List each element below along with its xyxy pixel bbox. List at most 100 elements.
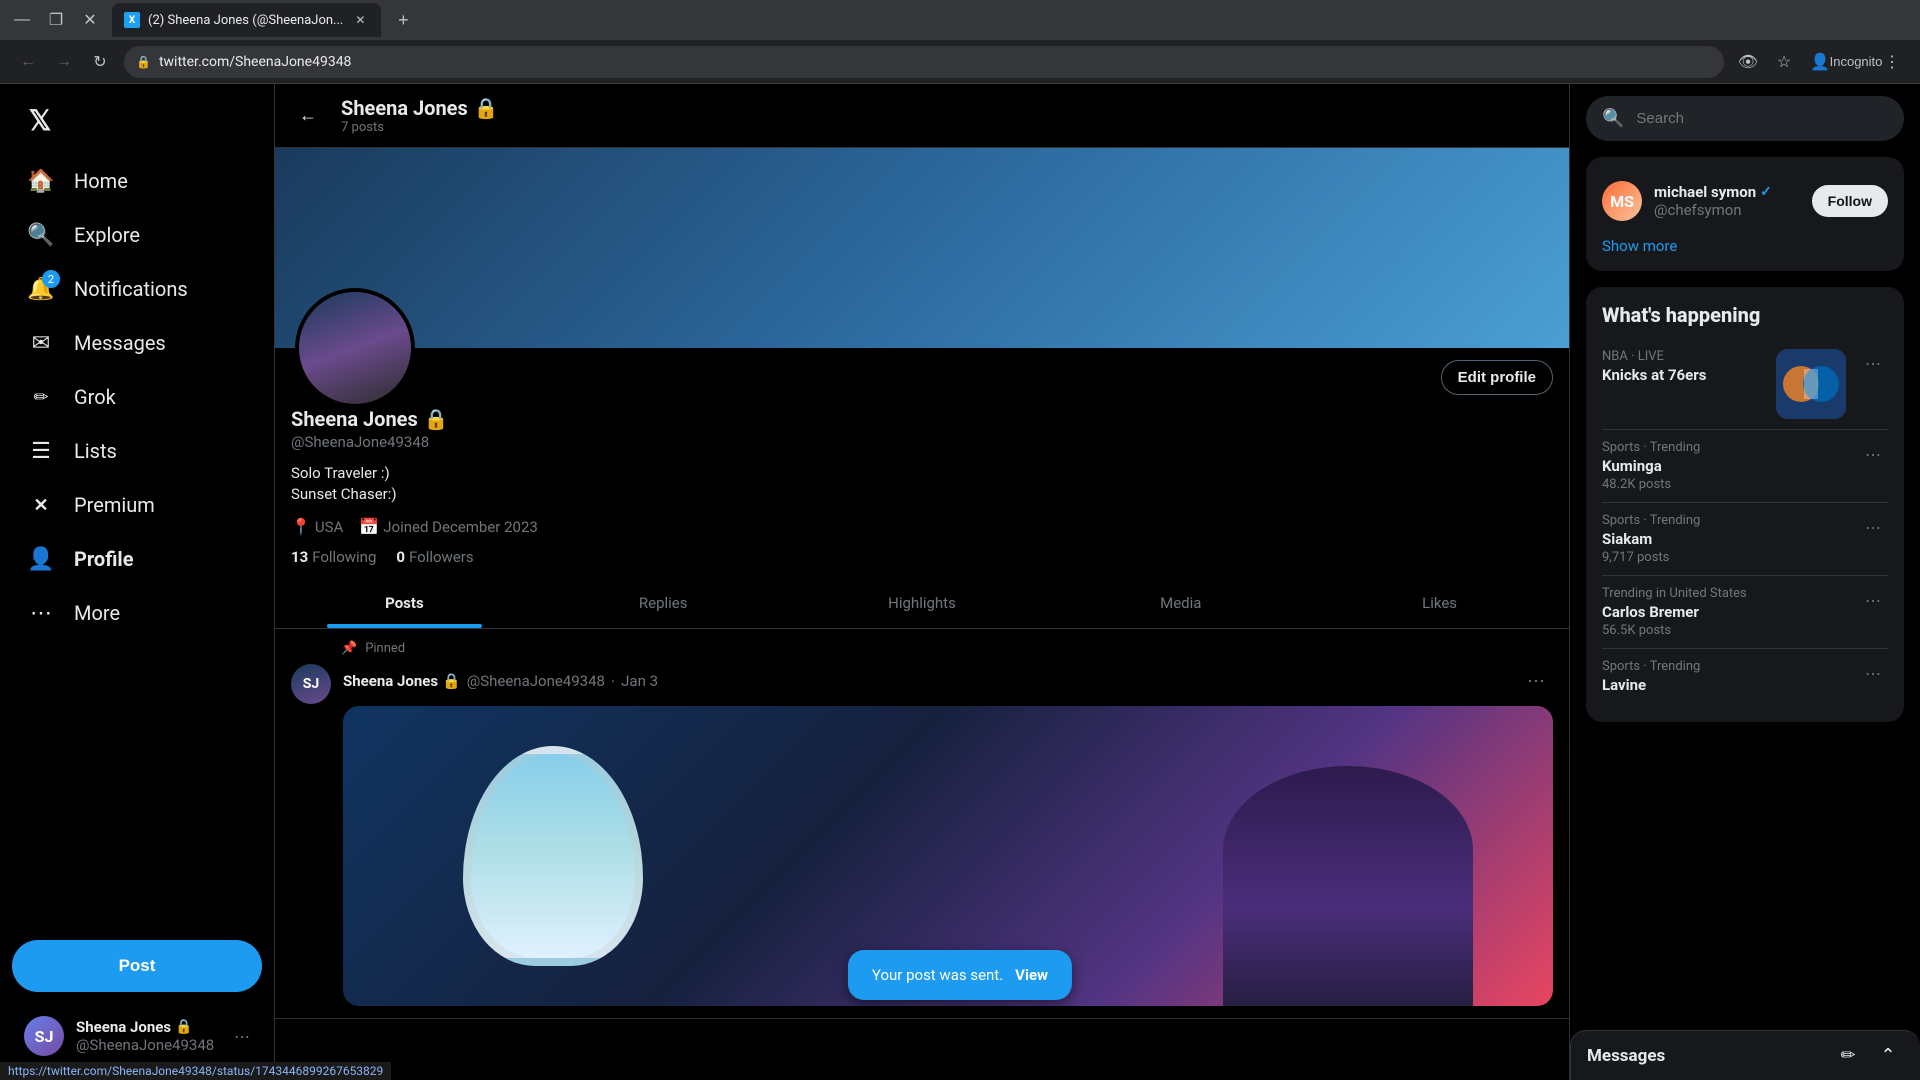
tab-title: (2) Sheena Jones (@SheenaJon...	[148, 13, 343, 28]
trend-category-3: Trending in United States	[1602, 586, 1846, 601]
followers-stat[interactable]: 0 Followers	[396, 548, 473, 566]
sidebar: 𝕏 🏠 Home 🔍 Explore 🔔 Notifications 2 ✉ M…	[0, 84, 275, 1080]
trend-item-3[interactable]: Trending in United States Carlos Bremer …	[1602, 576, 1888, 649]
profile-header-bar: ← Sheena Jones 🔒 7 posts	[275, 84, 1569, 148]
trend-more-btn-2[interactable]: ⋯	[1858, 513, 1888, 543]
trend-more-btn-1[interactable]: ⋯	[1858, 440, 1888, 470]
profile-avatar-wrap	[295, 288, 415, 408]
minimize-btn[interactable]: —	[8, 6, 36, 34]
trend-more-btn-0[interactable]: ⋯	[1858, 349, 1888, 379]
url-bar[interactable]: 🔒 twitter.com/SheenaJone49348	[124, 46, 1724, 78]
forward-nav-btn[interactable]: →	[48, 46, 80, 78]
tab-posts[interactable]: Posts	[275, 578, 534, 628]
sidebar-user-handle: @SheenaJone49348	[76, 1036, 222, 1054]
show-more-link[interactable]: Show more	[1602, 229, 1888, 255]
profile-meta: 📍 USA 📅 Joined December 2023	[291, 517, 1553, 536]
sidebar-item-label-more: More	[74, 601, 120, 625]
trend-name-1: Kuminga	[1602, 457, 1846, 475]
compose-message-btn[interactable]: ✏	[1832, 1040, 1864, 1072]
profile-handle: @SheenaJone49348	[291, 433, 1553, 451]
tab-media[interactable]: Media	[1051, 578, 1310, 628]
ssl-lock-icon: 🔒	[136, 55, 151, 69]
post-button[interactable]: Post	[12, 940, 262, 992]
following-stat[interactable]: 13 Following	[291, 548, 376, 566]
new-tab-btn[interactable]: +	[389, 6, 417, 34]
notification-badge: 2	[42, 270, 60, 288]
sidebar-logo[interactable]: 𝕏	[16, 84, 262, 156]
calendar-icon: 📅	[359, 517, 379, 536]
pin-icon: 📌	[341, 641, 357, 656]
bookmark-btn[interactable]: ☆	[1768, 46, 1800, 78]
sidebar-item-premium[interactable]: ✕ Premium	[12, 480, 262, 530]
x-logo-icon[interactable]: 𝕏	[16, 96, 64, 144]
location-icon: 📍	[291, 517, 311, 536]
search-input[interactable]	[1636, 110, 1888, 127]
airplane-window	[463, 746, 643, 966]
sidebar-item-label-grok: Grok	[74, 385, 116, 409]
sidebar-item-more[interactable]: ⋯ More	[12, 588, 262, 638]
edit-profile-button[interactable]: Edit profile	[1441, 360, 1553, 395]
sidebar-item-grok[interactable]: ✏ Grok	[12, 372, 262, 422]
search-box[interactable]: 🔍	[1586, 96, 1904, 141]
profile-header-lock-icon: 🔒	[474, 96, 499, 120]
trend-category-0: NBA · LIVE	[1602, 349, 1764, 364]
bio-line2: Sunset Chaser:)	[291, 484, 1553, 505]
sidebar-lock-icon: 🔒	[175, 1019, 192, 1035]
tab-replies[interactable]: Replies	[534, 578, 793, 628]
profile-nav-icon: 👤	[28, 546, 54, 572]
tab-highlights[interactable]: Highlights	[793, 578, 1052, 628]
sidebar-item-label-explore: Explore	[74, 223, 140, 247]
close-btn[interactable]: ✕	[76, 6, 104, 34]
sidebar-item-explore[interactable]: 🔍 Explore	[12, 210, 262, 260]
trend-category-4: Sports · Trending	[1602, 659, 1846, 674]
sidebar-item-label-lists: Lists	[74, 439, 117, 463]
browser-tab-active[interactable]: X (2) Sheena Jones (@SheenaJon... ✕	[112, 3, 381, 37]
follow-info: michael symon ✓ @chefsymon	[1654, 183, 1800, 219]
sidebar-nav: 🏠 Home 🔍 Explore 🔔 Notifications 2 ✉ Mes…	[12, 156, 262, 928]
trend-info-2: Sports · Trending Siakam 9,717 posts	[1602, 513, 1846, 565]
profile-header-info: Sheena Jones 🔒 7 posts	[341, 96, 499, 135]
sidebar-user-more-icon: ⋯	[234, 1027, 250, 1046]
sidebar-item-lists[interactable]: ☰ Lists	[12, 426, 262, 476]
trend-item-4[interactable]: Sports · Trending Lavine ⋯	[1602, 649, 1888, 706]
trend-more-btn-4[interactable]: ⋯	[1858, 659, 1888, 689]
url-text: twitter.com/SheenaJone49348	[159, 54, 351, 70]
profile-banner	[275, 148, 1569, 348]
reload-btn[interactable]: ↻	[84, 46, 116, 78]
post-avatar: SJ	[291, 664, 331, 704]
collapse-messages-btn[interactable]: ⌃	[1872, 1040, 1904, 1072]
back-nav-btn[interactable]: ←	[12, 46, 44, 78]
post-dot: ·	[611, 672, 615, 691]
maximize-btn[interactable]: ❐	[42, 6, 70, 34]
followers-count: 0	[396, 548, 405, 566]
trend-item-0[interactable]: NBA · LIVE Knicks at 76ers ⋯	[1602, 339, 1888, 430]
trend-name-4: Lavine	[1602, 676, 1846, 694]
tab-likes[interactable]: Likes	[1310, 578, 1569, 628]
incognito-btn[interactable]: Incognito	[1840, 46, 1872, 78]
trend-more-btn-3[interactable]: ⋯	[1858, 586, 1888, 616]
sidebar-item-label-notifications: Notifications	[74, 277, 188, 301]
back-button[interactable]: ←	[291, 99, 325, 133]
post-more-btn[interactable]: ⋯	[1519, 664, 1553, 698]
sidebar-item-label-messages: Messages	[74, 331, 166, 355]
trend-info-0: NBA · LIVE Knicks at 76ers	[1602, 349, 1764, 386]
sidebar-item-profile[interactable]: 👤 Profile	[12, 534, 262, 584]
toast-view-link[interactable]: View	[1015, 966, 1048, 984]
trend-item-2[interactable]: Sports · Trending Siakam 9,717 posts ⋯	[1602, 503, 1888, 576]
browser-omnibar: ← → ↻ 🔒 twitter.com/SheenaJone49348 👁 ☆ …	[0, 40, 1920, 84]
sidebar-item-label-premium: Premium	[74, 493, 155, 517]
pinned-label: Pinned	[365, 641, 405, 656]
sidebar-user[interactable]: SJ Sheena Jones 🔒 @SheenaJone49348 ⋯	[12, 1004, 262, 1068]
trend-item-1[interactable]: Sports · Trending Kuminga 48.2K posts ⋯	[1602, 430, 1888, 503]
sidebar-item-messages[interactable]: ✉ Messages	[12, 318, 262, 368]
profile-info: Sheena Jones 🔒 @SheenaJone49348 Solo Tra…	[275, 407, 1569, 578]
who-to-follow-card: MS michael symon ✓ @chefsymon Follow Sho…	[1586, 157, 1904, 271]
menu-btn[interactable]: ⋮	[1876, 46, 1908, 78]
follow-button[interactable]: Follow	[1812, 185, 1888, 217]
sidebar-item-home[interactable]: 🏠 Home	[12, 156, 262, 206]
pinned-header: 📌 Pinned	[291, 641, 1553, 656]
tab-close-btn[interactable]: ✕	[351, 11, 369, 29]
toast-notification: Your post was sent. View	[848, 950, 1072, 1000]
camera-btn[interactable]: 👁	[1732, 46, 1764, 78]
sidebar-item-notifications[interactable]: 🔔 Notifications 2	[12, 264, 262, 314]
